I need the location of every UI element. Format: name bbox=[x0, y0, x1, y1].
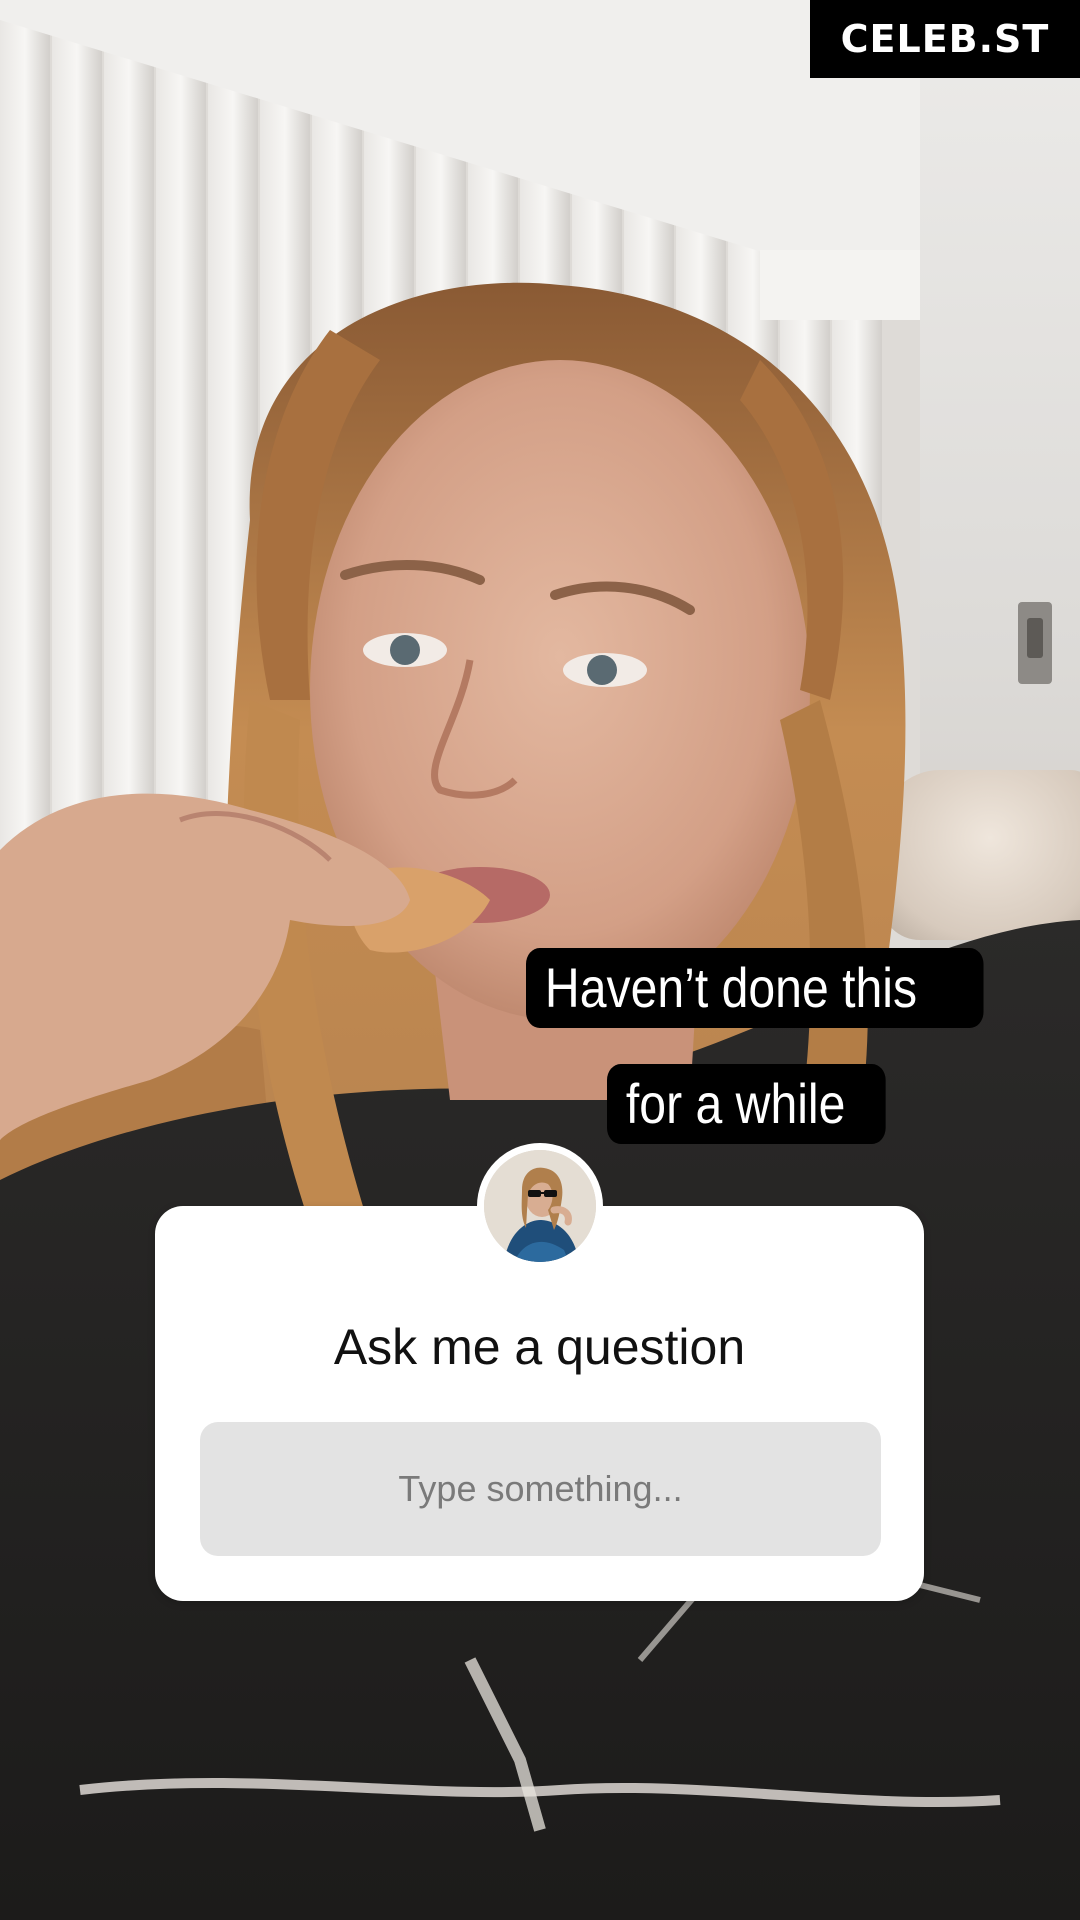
avatar bbox=[484, 1150, 596, 1262]
caption-line-2: for a while bbox=[607, 1064, 886, 1144]
watermark-text: CELEB.ST bbox=[840, 17, 1050, 61]
story-screen: CELEB.ST Haven’t done this for a while A… bbox=[0, 0, 1080, 1920]
avatar-photo-icon bbox=[484, 1150, 596, 1262]
question-input-placeholder: Type something... bbox=[398, 1468, 683, 1509]
watermark-badge: CELEB.ST bbox=[810, 0, 1080, 78]
question-sticker-avatar bbox=[477, 1143, 603, 1269]
caption-line-1: Haven’t done this bbox=[526, 948, 984, 1028]
question-input[interactable]: Type something... bbox=[200, 1422, 881, 1556]
question-sticker-title: Ask me a question bbox=[333, 1319, 746, 1375]
